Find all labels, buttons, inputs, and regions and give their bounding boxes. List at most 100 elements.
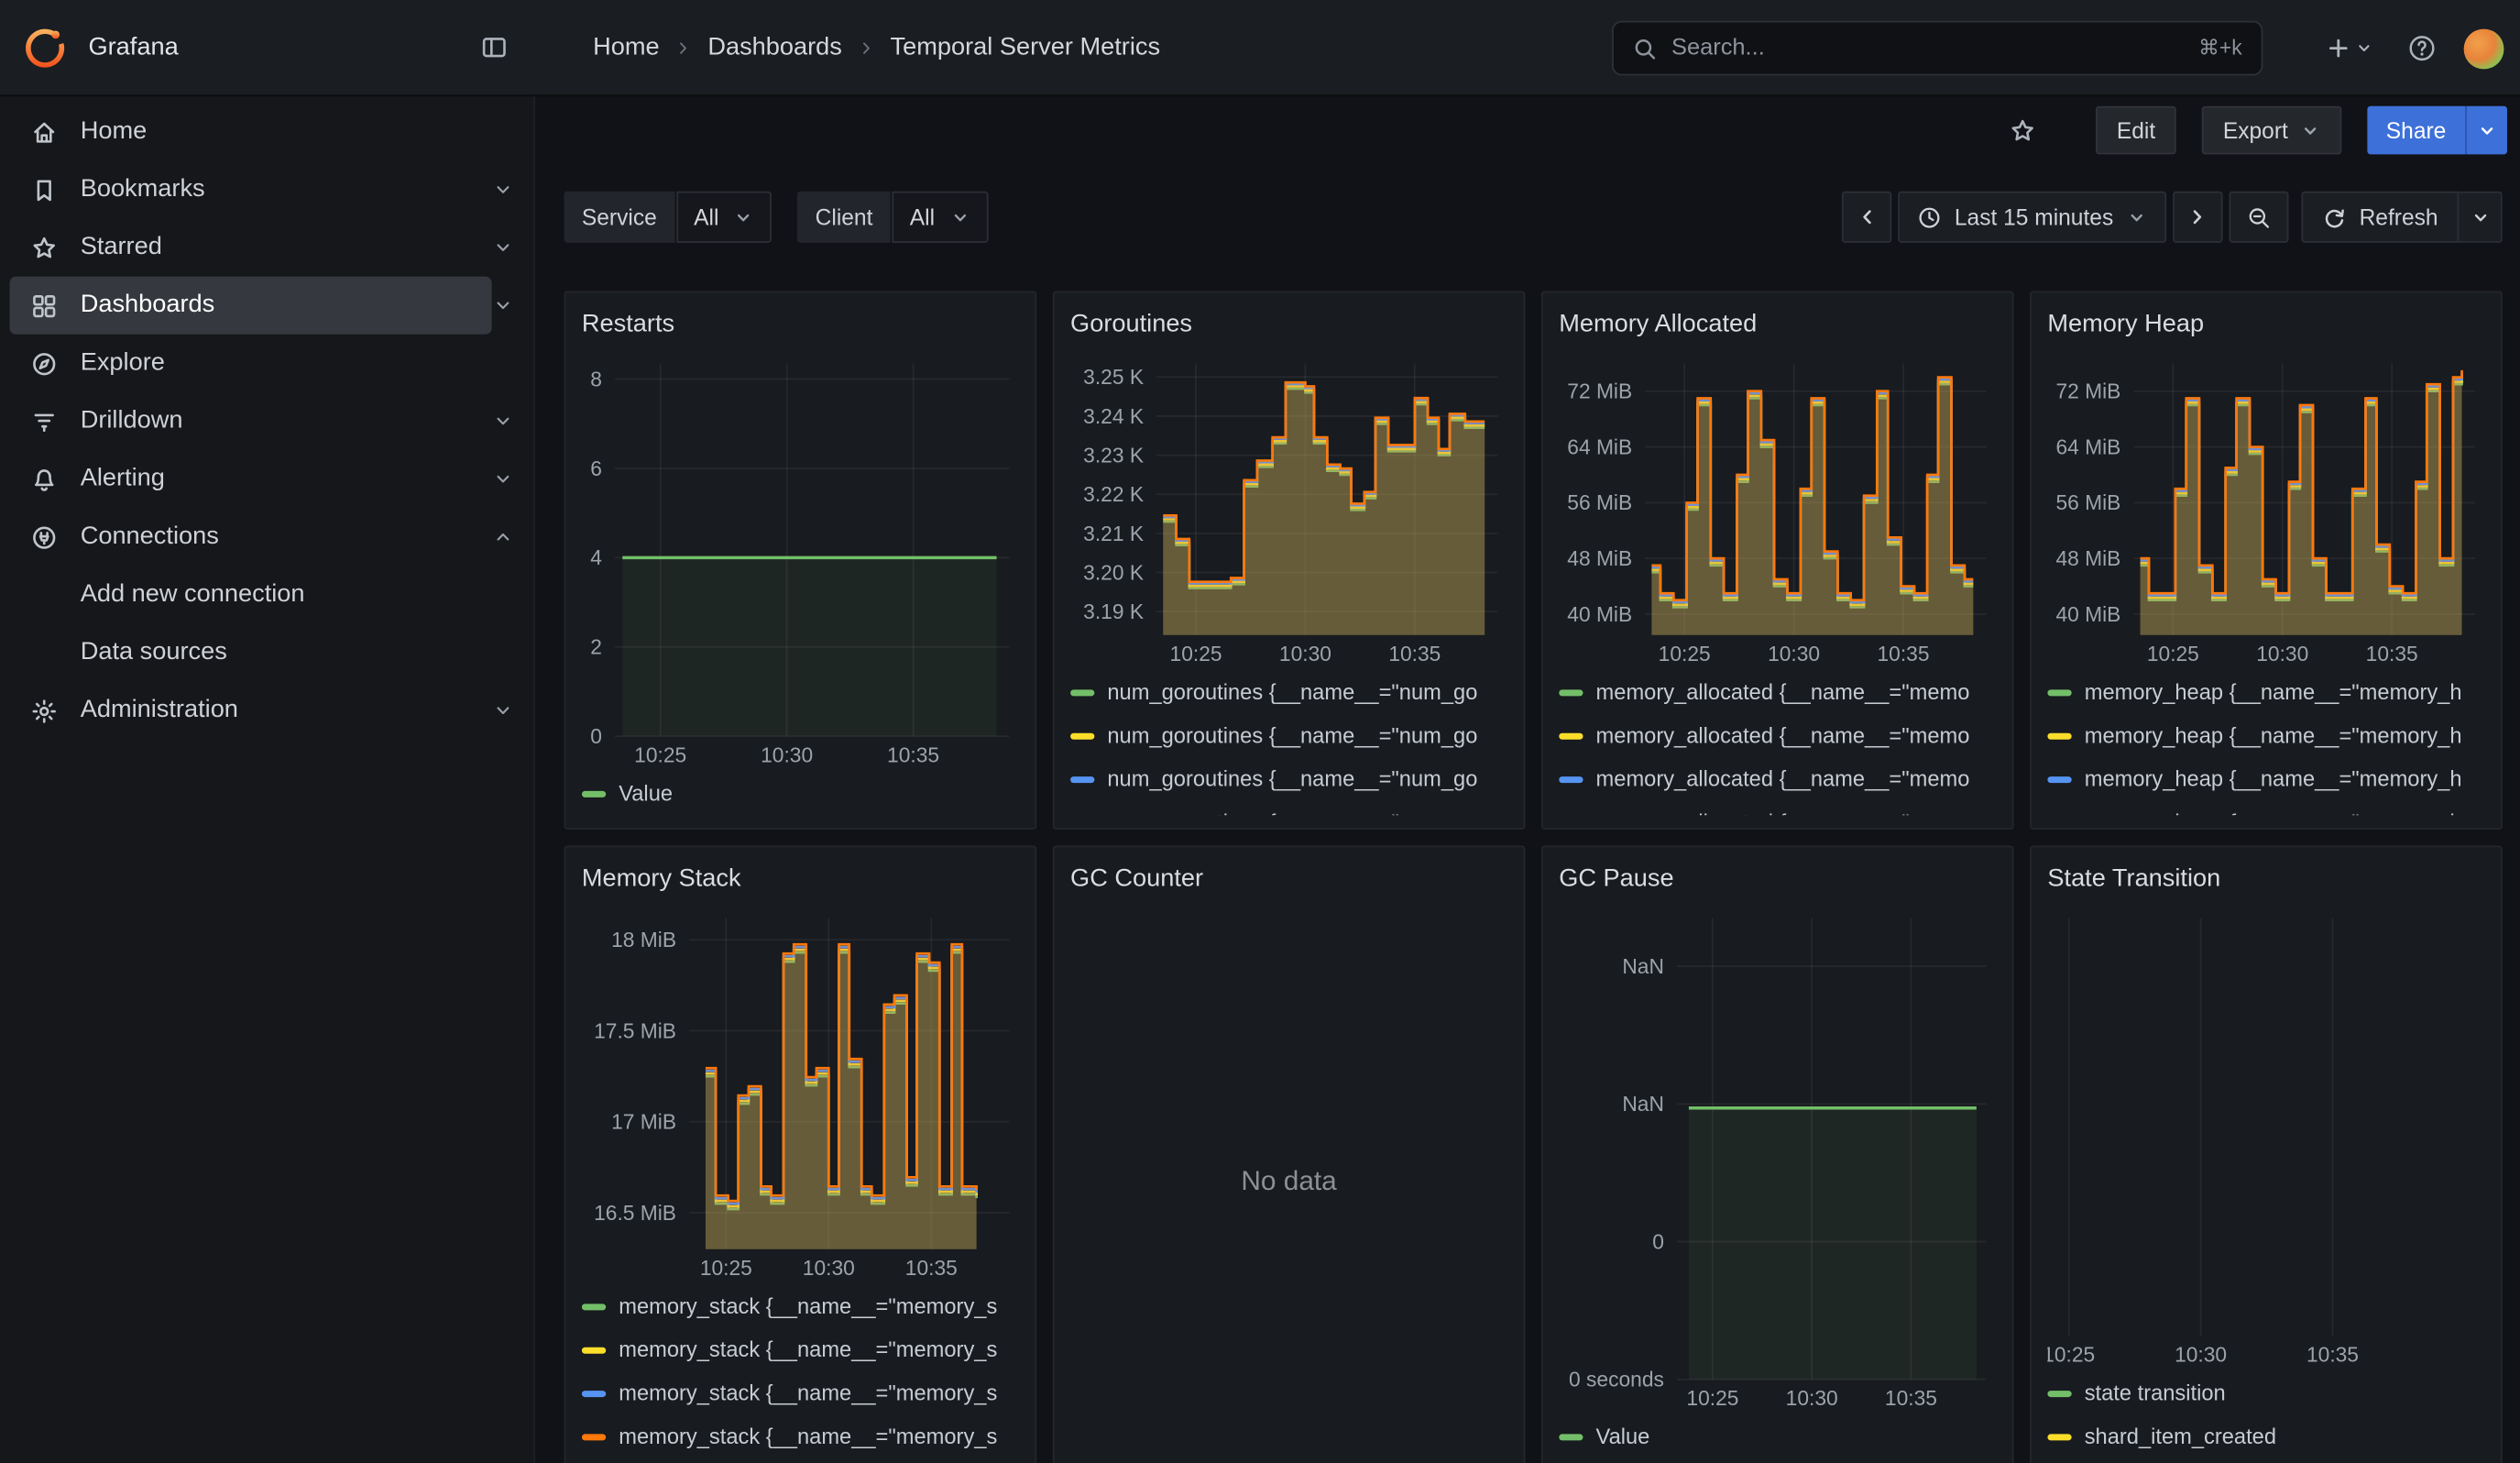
series-color-dash — [1070, 732, 1094, 739]
chart[interactable]: 3.19 K3.20 K3.21 K3.22 K3.23 K3.24 K3.25… — [1070, 350, 1507, 667]
svg-text:8: 8 — [590, 367, 602, 390]
series-color-dash — [582, 1390, 606, 1396]
time-shift-back-button[interactable] — [1842, 192, 1891, 243]
legend-item[interactable]: memory_stack {__name__="memory_s — [582, 1371, 1019, 1414]
sidebar-item-label: Add new connection — [81, 580, 305, 610]
chevron-down-icon[interactable] — [492, 699, 515, 722]
legend-item[interactable]: memory_heap {__name__="memory_h — [2047, 800, 2484, 815]
apps-icon — [29, 291, 59, 320]
breadcrumb-item-home[interactable]: Home — [593, 33, 660, 62]
panel-title[interactable]: Memory Allocated — [1559, 305, 1996, 350]
zoom-out-button[interactable] — [2230, 192, 2289, 243]
search-icon — [1633, 36, 1657, 60]
chevron-down-icon[interactable] — [492, 468, 515, 490]
refresh-icon — [2322, 205, 2346, 229]
legend-item[interactable]: state transition — [2047, 1371, 2484, 1414]
chevron-down-icon[interactable] — [492, 236, 515, 259]
service-filter-value: All — [694, 204, 718, 230]
share-dropdown-button[interactable] — [2465, 106, 2507, 155]
chevron-up-icon[interactable] — [492, 526, 515, 549]
refresh-button[interactable]: Refresh — [2301, 192, 2459, 243]
panel-title[interactable]: GC Counter — [1070, 860, 1507, 905]
legend-item[interactable]: memory_stack {__name__="memory_s — [582, 1284, 1019, 1327]
sidebar-item-alerting[interactable]: Alerting — [10, 450, 492, 508]
legend-item[interactable]: num_goroutines {__name__="num_go — [1070, 757, 1507, 800]
svg-text:18 MiB: 18 MiB — [611, 928, 676, 952]
legend-item[interactable]: Value — [1559, 1414, 1996, 1458]
series-color-dash — [582, 1347, 606, 1353]
chart[interactable]: 16.5 MiB17 MiB17.5 MiB18 MiB10:2510:3010… — [582, 905, 1019, 1281]
sidebar-item-explore[interactable]: Explore — [10, 335, 515, 392]
time-shift-forward-button[interactable] — [2173, 192, 2222, 243]
legend-item[interactable]: memory_allocated {__name__="memo — [1559, 757, 1996, 800]
user-avatar[interactable] — [2464, 28, 2504, 69]
legend-item[interactable]: memory_allocated {__name__="memo — [1559, 670, 1996, 713]
chevron-down-icon[interactable] — [492, 294, 515, 317]
sidebar-item-connections[interactable]: Connections — [10, 508, 492, 566]
share-button[interactable]: Share — [2367, 106, 2466, 155]
dock-menu-button[interactable] — [467, 22, 519, 73]
legend-item[interactable]: memory_heap {__name__="memory_h — [2047, 714, 2484, 757]
legend-item[interactable]: Value — [582, 772, 1019, 815]
sidebar-item-drilldown[interactable]: Drilldown — [10, 392, 492, 450]
sidebar-item-home[interactable]: Home — [10, 103, 515, 160]
sidebar-item-add-new-connection[interactable]: Add new connection — [10, 566, 515, 623]
panel-title[interactable]: Goroutines — [1070, 305, 1507, 350]
svg-text:17.5 MiB: 17.5 MiB — [594, 1018, 676, 1042]
chevron-down-icon[interactable] — [492, 410, 515, 433]
legend-item[interactable]: num_goroutines {__name__="num_go — [1070, 670, 1507, 713]
sidebar-item-starred[interactable]: Starred — [10, 219, 492, 277]
series-color-dash — [1559, 776, 1583, 782]
legend-label: Value — [619, 781, 673, 805]
filter-bar: Service All Client All — [564, 192, 2503, 243]
time-range-picker[interactable]: Last 15 minutes — [1898, 192, 2166, 243]
sidebar-item-data-sources[interactable]: Data sources — [10, 623, 515, 681]
chart[interactable]: 0 seconds0NaNNaN10:2510:3010:35 — [1559, 905, 1996, 1411]
legend-label: memory_allocated {__name__="memo — [1596, 767, 1970, 791]
chart[interactable]: 10:2510:3010:35 — [2047, 905, 2484, 1368]
help-button[interactable] — [2396, 23, 2448, 74]
favorite-star-button[interactable] — [1996, 104, 2047, 156]
legend-item[interactable]: num_goroutines {__name__="num_go — [1070, 800, 1507, 815]
client-filter-select[interactable]: All — [892, 192, 987, 243]
panel-title[interactable]: GC Pause — [1559, 860, 1996, 905]
svg-text:10:35: 10:35 — [1877, 642, 1929, 666]
search-placeholder: Search... — [1671, 36, 1765, 61]
grafana-logo-icon[interactable] — [23, 25, 68, 70]
search-input[interactable]: Search... ⌘+k — [1612, 21, 2263, 76]
legend-item[interactable]: shard_item_created — [2047, 1414, 2484, 1458]
chart[interactable]: 40 MiB48 MiB56 MiB64 MiB72 MiB10:2510:30… — [2047, 350, 2484, 667]
panel-gc-pause: GC Pause0 seconds0NaNNaN10:2510:3010:35V… — [1541, 846, 2014, 1463]
client-filter: Client All — [797, 192, 988, 243]
edit-button[interactable]: Edit — [2096, 106, 2176, 155]
legend-item[interactable]: memory_allocated {__name__="memo — [1559, 800, 1996, 815]
service-filter-select[interactable]: All — [676, 192, 772, 243]
legend-label: memory_heap {__name__="memory_h — [2085, 810, 2462, 815]
sidebar-item-dashboards[interactable]: Dashboards — [10, 277, 492, 335]
svg-text:10:35: 10:35 — [905, 1256, 958, 1280]
legend-item[interactable]: memory_heap {__name__="memory_h — [2047, 757, 2484, 800]
add-button[interactable] — [2319, 23, 2381, 74]
export-button[interactable]: Export — [2202, 106, 2341, 155]
panel-title[interactable]: Restarts — [582, 305, 1019, 350]
legend-item[interactable]: memory_heap {__name__="memory_h — [2047, 670, 2484, 713]
chevron-down-icon[interactable] — [492, 179, 515, 202]
refresh-interval-dropdown[interactable] — [2459, 192, 2502, 243]
legend-label: memory_heap {__name__="memory_h — [2085, 680, 2462, 704]
sidebar-item-administration[interactable]: Administration — [10, 682, 492, 740]
chart[interactable]: 0246810:2510:3010:35 — [582, 350, 1019, 768]
time-range-label: Last 15 minutes — [1955, 204, 2113, 230]
grafana-app: Grafana HomeDashboardsTemporal Server Me… — [0, 0, 2520, 1463]
panel-title[interactable]: Memory Stack — [582, 860, 1019, 905]
legend-item[interactable]: num_goroutines {__name__="num_go — [1070, 714, 1507, 757]
sidebar-row: Bookmarks — [0, 160, 533, 218]
legend-item[interactable]: memory_stack {__name__="memory_s — [582, 1414, 1019, 1458]
sidebar-item-bookmarks[interactable]: Bookmarks — [10, 160, 492, 218]
chart[interactable]: 40 MiB48 MiB56 MiB64 MiB72 MiB10:2510:30… — [1559, 350, 1996, 667]
breadcrumb-item-dashboards[interactable]: Dashboards — [707, 33, 842, 62]
panel-title[interactable]: State Transition — [2047, 860, 2484, 905]
indent-spacer — [29, 638, 59, 667]
legend-item[interactable]: memory_allocated {__name__="memo — [1559, 714, 1996, 757]
legend-item[interactable]: memory_stack {__name__="memory_s — [582, 1328, 1019, 1371]
panel-title[interactable]: Memory Heap — [2047, 305, 2484, 350]
